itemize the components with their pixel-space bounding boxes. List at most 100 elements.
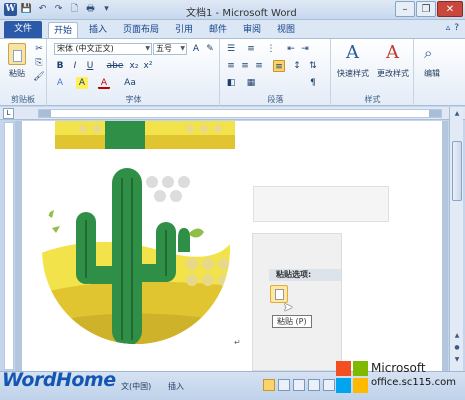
increase-indent-icon[interactable]: ⇥ [299, 43, 311, 55]
chevron-down-icon: ▼ [180, 45, 185, 52]
quick-styles-label[interactable]: 快速样式 [334, 68, 372, 79]
save-icon[interactable]: 💾 [20, 3, 33, 16]
paragraph-group-label: 段落 [267, 95, 284, 104]
font-size-value: 五号 [156, 44, 172, 53]
clear-format-icon[interactable]: ✎ [204, 43, 216, 55]
web-layout-view-icon[interactable] [293, 379, 305, 391]
clipboard-group-label: 剪贴板 [11, 95, 35, 104]
minimize-ribbon-icon[interactable]: ▵ [446, 23, 451, 33]
new-document-icon[interactable]: 🗋 [68, 3, 81, 16]
change-styles-label[interactable]: 更改样式 [374, 68, 412, 79]
tab-page-layout[interactable]: 页面布局 [118, 22, 164, 38]
decrease-indent-icon[interactable]: ⇤ [285, 43, 297, 55]
quick-styles-icon[interactable]: A [346, 42, 359, 63]
align-center-icon[interactable]: ≡ [239, 60, 251, 72]
multilevel-list-icon[interactable]: ⋮ [265, 43, 277, 55]
copy-icon[interactable]: ⎘ [33, 57, 45, 69]
font-color-button[interactable]: A [98, 77, 110, 89]
status-mode[interactable]: 插入 [168, 381, 184, 392]
mouse-cursor-icon: ➤ [283, 300, 294, 314]
cactus-image[interactable] [38, 154, 234, 346]
styles-group-label: 样式 [364, 95, 381, 104]
vertical-scrollbar[interactable]: ▲ ▲ ● ▼ [449, 107, 463, 371]
align-right-icon[interactable]: ≡ [253, 60, 265, 72]
tab-file[interactable]: 文件 [4, 21, 42, 38]
vertical-ruler[interactable] [4, 122, 14, 370]
chevron-down-icon: ▼ [145, 45, 150, 52]
scroll-up-icon[interactable]: ▲ [452, 109, 462, 119]
outline-view-icon[interactable] [308, 379, 320, 391]
line-spacing-icon[interactable]: ↕ [291, 60, 303, 72]
borders-icon[interactable]: ▦ [245, 77, 257, 89]
paste-label[interactable]: 粘贴 [4, 68, 30, 79]
font-group-label: 字体 [125, 95, 142, 104]
align-left-icon[interactable]: ≡ [225, 60, 237, 72]
status-language[interactable]: 文(中国) [121, 381, 151, 392]
font-name-value: 宋体 (中文正文) [57, 44, 114, 53]
browse-object-icon[interactable]: ● [452, 343, 462, 353]
format-painter-icon[interactable]: 🖌 [33, 71, 45, 83]
tab-view[interactable]: 视图 [272, 22, 300, 38]
next-page-icon[interactable]: ▼ [452, 355, 462, 365]
prev-page-icon[interactable]: ▲ [452, 331, 462, 341]
bold-button[interactable]: B [54, 60, 66, 72]
print-layout-view-icon[interactable] [263, 379, 275, 391]
show-marks-icon[interactable]: ¶ [307, 77, 319, 89]
window-controls: – ❐ ✕ [395, 1, 463, 17]
undo-icon[interactable]: ↶ [36, 3, 49, 16]
cut-icon[interactable]: ✂ [33, 43, 45, 55]
paste-big-icon[interactable] [8, 43, 26, 65]
ruler-bar: L [0, 107, 465, 120]
tab-selector[interactable]: L [3, 108, 14, 119]
maximize-button[interactable]: ❐ [416, 1, 436, 17]
change-case-button[interactable]: Aa [122, 77, 138, 89]
grow-font-icon[interactable]: A [190, 43, 202, 55]
highlight-button[interactable]: A [76, 77, 88, 89]
full-screen-view-icon[interactable] [278, 379, 290, 391]
editing-label[interactable]: 编辑 [415, 68, 449, 79]
paragraph-mark: ↵ [234, 338, 241, 347]
scroll-thumb[interactable] [452, 141, 462, 201]
tab-insert[interactable]: 插入 [84, 22, 112, 38]
font-group: 宋体 (中文正文) ▼ 五号 ▼ A ✎ B I U abe x₂ x² A A… [48, 39, 220, 107]
paste-options-panel [252, 233, 342, 371]
find-icon[interactable]: ⌕ [424, 44, 432, 62]
wordhome-watermark: WordHome [2, 369, 116, 391]
sort-icon[interactable]: ⇅ [307, 60, 319, 72]
paragraph-group: ☰ ≡ ⋮ ⇤ ⇥ ≡ ≡ ≡ ≡ ↕ ⇅ ◧ ▦ ¶ 段落 [221, 39, 331, 107]
bullets-icon[interactable]: ☰ [225, 43, 237, 55]
paste-options-header: 粘贴选项: [269, 269, 341, 281]
print-icon[interactable]: 🖶 [84, 3, 97, 16]
underline-button[interactable]: U [84, 60, 96, 72]
change-styles-icon[interactable]: A [386, 42, 399, 63]
tab-review[interactable]: 审阅 [238, 22, 266, 38]
minimize-button[interactable]: – [395, 1, 415, 17]
redo-icon[interactable]: ↷ [52, 3, 65, 16]
ribbon-tabs: 文件 开始 插入 页面布局 引用 邮件 审阅 视图 ▵ ? [0, 20, 465, 38]
tab-home[interactable]: 开始 [48, 22, 79, 38]
font-size-select[interactable]: 五号 ▼ [153, 43, 187, 55]
text-effect-button[interactable]: A [54, 77, 66, 89]
strikethrough-button[interactable]: abe [106, 60, 124, 72]
close-button[interactable]: ✕ [437, 1, 463, 17]
justify-icon[interactable]: ≡ [273, 60, 285, 72]
tab-mailings[interactable]: 邮件 [204, 22, 232, 38]
help-icon[interactable]: ? [454, 23, 459, 33]
quick-access-toolbar: W 💾 ↶ ↷ 🗋 🖶 ▾ [4, 3, 113, 16]
view-buttons [263, 379, 335, 391]
ruler-margin-left [39, 110, 51, 117]
tab-references[interactable]: 引用 [170, 22, 198, 38]
clipboard-group: 粘贴 ✂ ⎘ 🖌 剪贴板 [0, 39, 47, 107]
numbering-icon[interactable]: ≡ [245, 43, 257, 55]
cactus-image-top[interactable] [55, 121, 235, 149]
superscript-button[interactable]: x² [142, 60, 154, 72]
font-name-select[interactable]: 宋体 (中文正文) ▼ [54, 43, 152, 55]
customize-qat-icon[interactable]: ▾ [100, 3, 113, 16]
draft-view-icon[interactable] [323, 379, 335, 391]
italic-button[interactable]: I [69, 60, 81, 72]
horizontal-ruler[interactable] [38, 109, 442, 118]
ruler-margin-right [429, 110, 441, 117]
word-logo-icon[interactable]: W [4, 3, 17, 16]
shading-icon[interactable]: ◧ [225, 77, 237, 89]
subscript-button[interactable]: x₂ [128, 60, 140, 72]
